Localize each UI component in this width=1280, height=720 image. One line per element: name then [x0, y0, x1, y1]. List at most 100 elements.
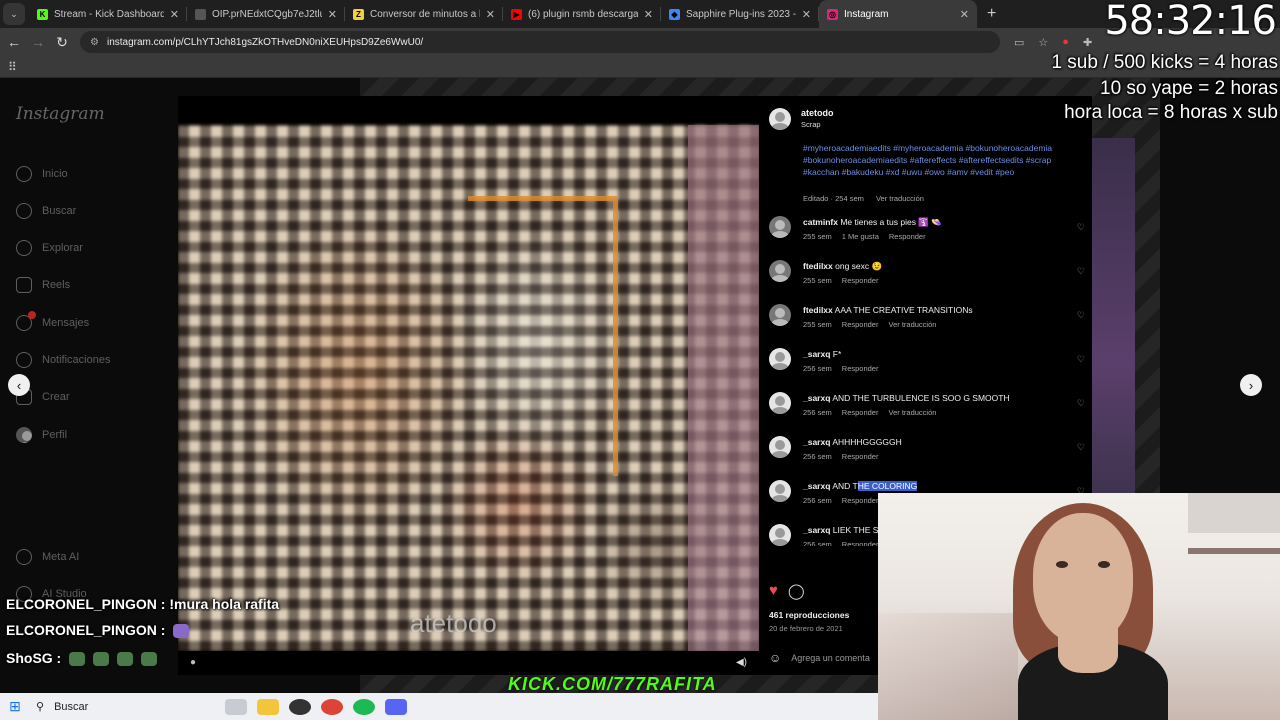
url-text: instagram.com/p/CLhYTJch81gsZkOTHveDN0ni…: [106, 36, 424, 48]
sidebar-item-meta-ai[interactable]: Meta AI: [16, 549, 79, 565]
comment-username[interactable]: _sarxq: [803, 393, 830, 403]
sidebar-item-mensajes[interactable]: Mensajes: [16, 311, 89, 331]
comment-like-heart-icon[interactable]: ♡: [1077, 442, 1085, 453]
author-avatar[interactable]: [769, 108, 791, 130]
next-post-arrow-icon[interactable]: ›: [1240, 374, 1262, 396]
comment-reply-button[interactable]: Responder: [842, 276, 879, 285]
comment-avatar[interactable]: [769, 480, 791, 502]
comment-item: _sarxq AHHHHGGGGGH 256 sem Responder ♡: [769, 436, 1085, 480]
comment-username[interactable]: catminfx: [803, 217, 838, 227]
comment-likes[interactable]: 1 Me gusta: [842, 232, 879, 241]
taskbar-search[interactable]: ⚲ Buscar: [30, 693, 220, 720]
comment-reply-button[interactable]: Responder: [842, 408, 879, 417]
file-explorer-icon[interactable]: [257, 698, 279, 715]
apps-grid-icon[interactable]: ⠿: [8, 60, 17, 74]
comment-username[interactable]: _sarxq: [803, 349, 830, 359]
close-tab-icon[interactable]: ✕: [328, 8, 337, 21]
webcam-eye-left: [1056, 561, 1068, 568]
sidebar-item-label: Crear: [42, 391, 70, 403]
sidebar-item-perfil[interactable]: Perfil: [16, 427, 67, 443]
browser-tab[interactable]: ◎ Instagram ✕: [819, 0, 977, 28]
sidebar-item-notificaciones[interactable]: Notificaciones: [16, 352, 110, 368]
browser-tab[interactable]: ◆ Sapphire Plug-ins 2023 - Goog ✕: [661, 0, 819, 28]
site-info-icon[interactable]: ⚙: [90, 37, 99, 48]
sidebar-item-reels[interactable]: Reels: [16, 277, 70, 293]
caption-translate-link[interactable]: Ver traducción: [876, 194, 924, 203]
comment-username[interactable]: ftedilxx: [803, 261, 833, 271]
comment-avatar[interactable]: [769, 436, 791, 458]
sidebar-item-inicio[interactable]: Inicio: [16, 166, 68, 182]
sidebar-item-explorar[interactable]: Explorar: [16, 240, 83, 256]
comment-avatar[interactable]: [769, 304, 791, 326]
browser-tab[interactable]: Z Conversor de minutos a horas ✕: [345, 0, 503, 28]
chrome-icon[interactable]: [321, 698, 343, 715]
comment-time: 256 sem: [803, 408, 832, 417]
close-tab-icon[interactable]: ✕: [170, 8, 179, 21]
mute-icon[interactable]: ◀): [736, 657, 747, 668]
comment-like-heart-icon[interactable]: ♡: [1077, 266, 1085, 277]
discord-icon[interactable]: [385, 698, 407, 715]
add-comment-field[interactable]: ☺ Agrega un comenta: [769, 651, 870, 665]
task-view-icon[interactable]: [225, 698, 247, 715]
windows-start-icon[interactable]: ⊞: [0, 698, 30, 715]
instagram-logo[interactable]: Instagram: [16, 104, 105, 124]
reload-button[interactable]: ↻: [50, 34, 74, 51]
close-tab-icon[interactable]: ✕: [960, 8, 969, 21]
tagged-user-icon[interactable]: ●: [190, 657, 196, 668]
comment-username[interactable]: _sarxq: [803, 481, 830, 491]
video-frame-edge: [688, 125, 759, 651]
comment-reply-button[interactable]: Responder: [842, 364, 879, 373]
forward-button[interactable]: →: [26, 34, 50, 50]
close-tab-icon[interactable]: ✕: [644, 8, 653, 21]
new-tab-button[interactable]: +: [987, 5, 996, 23]
comment-time: 256 sem: [803, 540, 832, 546]
install-app-icon[interactable]: ▭: [1014, 36, 1024, 49]
tab-search-button[interactable]: ⌄: [3, 3, 25, 25]
extension-icon[interactable]: ●: [1062, 36, 1069, 49]
post-subtitle[interactable]: Scrap: [801, 119, 834, 131]
post-caption[interactable]: #myheroacademiaedits #myheroacademia #bo…: [803, 142, 1083, 178]
back-button[interactable]: ←: [2, 34, 26, 50]
sidebar-item-buscar[interactable]: Buscar: [16, 203, 76, 219]
comment-translate-link[interactable]: Ver traducción: [888, 320, 936, 329]
comment-item: _sarxq F* 256 sem Responder ♡: [769, 348, 1085, 392]
tab-title: Conversor de minutos a horas: [370, 8, 480, 20]
webcam-blanket: [878, 613, 1018, 720]
like-heart-icon[interactable]: ♥: [769, 582, 778, 600]
webcam-window: [1188, 493, 1280, 533]
comment-reply-button[interactable]: Responder: [842, 496, 879, 505]
emoji-icon[interactable]: ☺: [769, 651, 781, 665]
browser-tab[interactable]: OIP.prNEdxtCQgb7eJ2tlu42gQ ✕: [187, 0, 345, 28]
comment-reply-button[interactable]: Responder: [842, 540, 879, 546]
bookmark-star-icon[interactable]: ☆: [1038, 36, 1048, 49]
comment-avatar[interactable]: [769, 392, 791, 414]
close-tab-icon[interactable]: ✕: [802, 8, 811, 21]
comment-avatar[interactable]: [769, 260, 791, 282]
comment-text: ong sexc 😉: [835, 261, 883, 271]
browser-tab[interactable]: ▶ (6) plugin rsmb descargar after ✕: [503, 0, 661, 28]
author-username[interactable]: atetodo: [801, 108, 834, 119]
comment-like-heart-icon[interactable]: ♡: [1077, 310, 1085, 321]
comment-like-heart-icon[interactable]: ♡: [1077, 354, 1085, 365]
comment-reply-button[interactable]: Responder: [842, 320, 879, 329]
comment-username[interactable]: _sarxq: [803, 437, 830, 447]
comment-like-heart-icon[interactable]: ♡: [1077, 222, 1085, 233]
comment-username[interactable]: _sarxq: [803, 525, 830, 535]
post-video[interactable]: atetodo ● ◀): [178, 96, 759, 675]
comment-reply-button[interactable]: Responder: [889, 232, 926, 241]
browser-tab[interactable]: K Stream - Kick Dashboard ✕: [29, 0, 187, 28]
comment-avatar[interactable]: [769, 524, 791, 546]
puzzle-icon[interactable]: ✚: [1083, 36, 1092, 49]
comment-avatar[interactable]: [769, 216, 791, 238]
comment-avatar[interactable]: [769, 348, 791, 370]
comment-like-heart-icon[interactable]: ♡: [1077, 398, 1085, 409]
comment-reply-button[interactable]: Responder: [842, 452, 879, 461]
spotify-icon[interactable]: [353, 698, 375, 715]
comment-username[interactable]: ftedilxx: [803, 305, 833, 315]
comment-translate-link[interactable]: Ver traducción: [888, 408, 936, 417]
previous-post-arrow-icon[interactable]: ‹: [8, 374, 30, 396]
close-tab-icon[interactable]: ✕: [486, 8, 495, 21]
comment-bubble-icon[interactable]: ◯: [788, 582, 805, 600]
address-bar[interactable]: ⚙ instagram.com/p/CLhYTJch81gsZkOTHveDN0…: [80, 31, 1000, 53]
obs-icon[interactable]: [289, 698, 311, 715]
